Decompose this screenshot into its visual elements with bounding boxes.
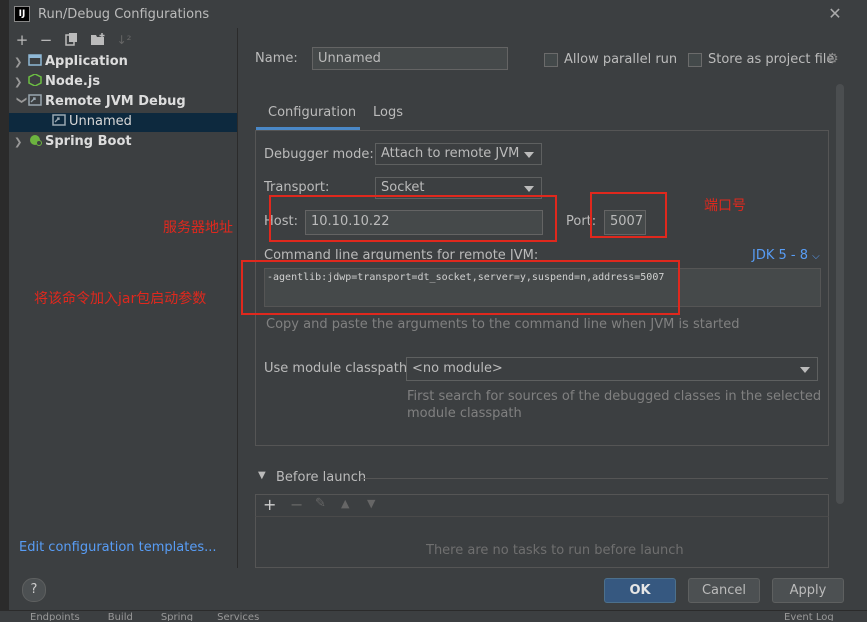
cmdline-hint: Copy and paste the arguments to the comm… — [266, 317, 740, 332]
tree-item-application[interactable]: ❯ Application — [14, 52, 128, 72]
tree-item-label: Remote JVM Debug — [45, 94, 186, 109]
ok-button[interactable]: OK — [604, 578, 676, 603]
remove-icon[interactable]: − — [38, 32, 54, 48]
background-ide-strip — [0, 0, 9, 621]
cancel-button[interactable]: Cancel — [688, 578, 760, 603]
transport-value: Socket — [381, 180, 425, 195]
module-classpath-label: Use module classpath: — [264, 361, 412, 376]
module-hint-line2: module classpath — [407, 406, 522, 421]
chevron-down-icon: ❯ — [16, 96, 27, 105]
chevron-right-icon: ❯ — [14, 77, 23, 88]
collapse-triangle-icon[interactable]: ▼ — [258, 470, 266, 481]
debugger-mode-select[interactable]: Attach to remote JVM — [375, 143, 542, 165]
add-icon[interactable]: + — [14, 32, 30, 48]
chevron-down-icon — [524, 186, 534, 192]
status-event-log[interactable]: Event Log — [784, 611, 834, 621]
status-tool-windows: Endpoints Build Spring Services — [30, 611, 259, 621]
jdk-version-link[interactable]: JDK 5 - 8 ⌵ — [752, 248, 820, 263]
remove-task-icon[interactable]: − — [290, 495, 303, 514]
transport-label: Transport: — [264, 180, 330, 195]
status-item-build[interactable]: Build — [108, 612, 133, 621]
copy-icon[interactable] — [64, 32, 80, 48]
no-tasks-text: There are no tasks to run before launch — [426, 543, 684, 558]
chevron-right-icon: ❯ — [14, 137, 23, 148]
tree-item-nodejs[interactable]: ❯ Node.js — [14, 72, 100, 92]
before-launch-task-list — [255, 516, 829, 568]
tree-item-spring-boot[interactable]: ❯ Spring Boot — [14, 132, 132, 152]
move-up-icon[interactable]: ▲ — [341, 497, 349, 510]
close-icon[interactable]: ✕ — [826, 4, 844, 23]
spring-boot-icon — [28, 133, 42, 146]
section-divider — [360, 478, 828, 479]
tree-item-label: Unnamed — [69, 114, 132, 129]
gear-icon[interactable]: ⚙ — [826, 51, 839, 67]
intellij-app-icon: IJ — [14, 6, 30, 22]
chevron-down-icon: ⌵ — [812, 251, 820, 262]
cmdline-annotation-box — [241, 260, 680, 315]
tree-item-unnamed[interactable]: Unnamed — [52, 112, 132, 132]
tree-item-label: Spring Boot — [45, 134, 132, 149]
tab-logs[interactable]: Logs — [373, 105, 403, 120]
store-project-checkbox[interactable] — [688, 53, 702, 67]
tree-item-remote-jvm-debug[interactable]: ❯ Remote JVM Debug — [14, 92, 186, 112]
add-to-jar-annotation: 将该命令加入jar包启动参数 — [34, 291, 207, 307]
tree-item-label: Application — [45, 54, 128, 69]
debugger-mode-label: Debugger mode: — [264, 147, 374, 162]
tree-item-label: Node.js — [45, 74, 101, 89]
name-label: Name: — [255, 51, 298, 66]
chevron-down-icon — [800, 367, 810, 373]
apply-button[interactable]: Apply — [772, 578, 844, 603]
edit-templates-link[interactable]: Edit configuration templates... — [19, 540, 217, 555]
window-title: Run/Debug Configurations — [38, 7, 210, 22]
nodejs-icon — [28, 73, 42, 87]
debugger-mode-value: Attach to remote JVM — [381, 146, 520, 161]
status-item-spring[interactable]: Spring — [161, 612, 193, 621]
chevron-down-icon — [524, 152, 534, 158]
status-item-endpoints[interactable]: Endpoints — [30, 612, 80, 621]
allow-parallel-label: Allow parallel run — [564, 52, 678, 67]
jdk-version-text: JDK 5 - 8 — [752, 248, 808, 263]
name-input[interactable]: Unnamed — [312, 47, 508, 70]
module-classpath-select[interactable]: <no module> — [406, 357, 818, 381]
folder-add-icon[interactable] — [90, 32, 106, 48]
help-button[interactable]: ? — [22, 578, 46, 602]
tab-configuration[interactable]: Configuration — [268, 105, 356, 120]
port-number-annotation: 端口号 — [704, 198, 746, 214]
add-task-icon[interactable]: + — [263, 495, 276, 514]
module-hint-line1: First search for sources of the debugged… — [407, 389, 822, 404]
chevron-right-icon: ❯ — [14, 57, 23, 68]
status-item-services[interactable]: Services — [217, 612, 259, 621]
sort-icon[interactable]: ↓² — [116, 32, 132, 48]
remote-debug-icon — [52, 113, 66, 126]
port-annotation-box — [590, 192, 667, 238]
allow-parallel-checkbox[interactable] — [544, 53, 558, 67]
module-classpath-value: <no module> — [412, 361, 503, 376]
move-down-icon[interactable]: ▼ — [367, 497, 375, 510]
server-address-annotation: 服务器地址 — [163, 220, 233, 236]
host-annotation-box — [269, 195, 557, 242]
panel-divider — [237, 28, 238, 568]
scrollbar[interactable] — [836, 84, 844, 504]
store-project-label: Store as project file — [708, 52, 835, 67]
edit-task-icon[interactable]: ✎ — [315, 496, 326, 511]
application-icon — [28, 53, 42, 66]
before-launch-label[interactable]: Before launch — [276, 470, 366, 485]
